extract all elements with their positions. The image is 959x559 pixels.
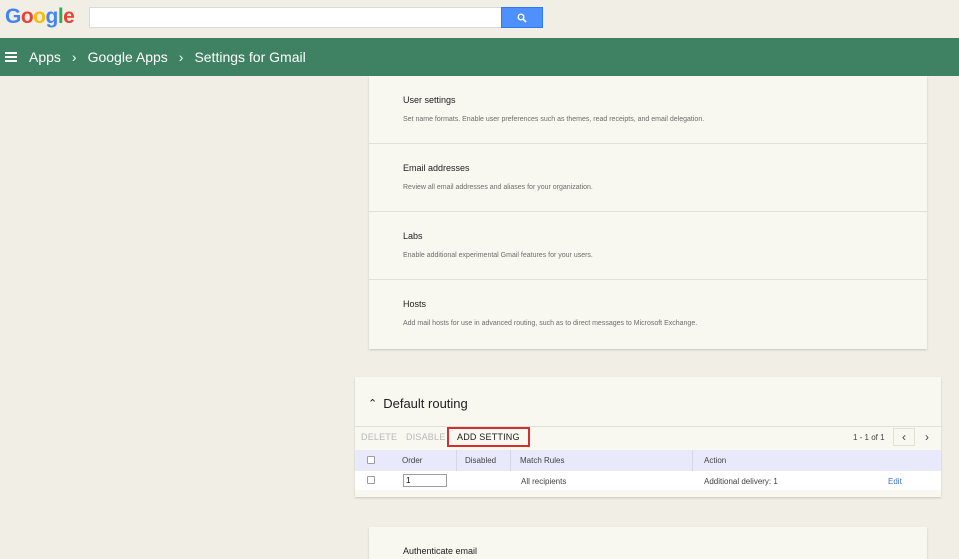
column-header-order[interactable]: Order: [402, 456, 422, 465]
setting-user-settings[interactable]: User settings Set name formats. Enable u…: [369, 76, 927, 144]
add-setting-button[interactable]: ADD SETTING: [447, 427, 530, 447]
chevron-up-icon: ⌃: [368, 398, 378, 410]
column-header-match-rules[interactable]: Match Rules: [520, 456, 564, 465]
column-divider: [692, 450, 693, 471]
logo-letter: o: [20, 5, 34, 28]
setting-title: User settings: [403, 95, 456, 105]
settings-list-card: User settings Set name formats. Enable u…: [369, 76, 927, 349]
delete-button[interactable]: DELETE: [361, 432, 397, 442]
previous-page-button[interactable]: ‹: [893, 428, 915, 446]
default-routing-header[interactable]: ⌃ Default routing: [368, 396, 468, 411]
setting-hosts[interactable]: Hosts Add mail hosts for use in advanced…: [369, 280, 927, 348]
chevron-right-icon: ›: [71, 49, 77, 65]
logo-letter: g: [45, 5, 59, 28]
breadcrumb-apps[interactable]: Apps: [29, 49, 61, 65]
setting-description: Review all email addresses and aliases f…: [403, 184, 593, 191]
setting-title: Email addresses: [403, 163, 470, 173]
section-title: Default routing: [383, 396, 468, 411]
breadcrumb-bar: Apps › Google Apps › Settings for Gmail: [0, 38, 959, 76]
logo-letter: e: [63, 5, 75, 28]
search-input[interactable]: [89, 7, 502, 28]
google-logo[interactable]: Google: [5, 5, 75, 29]
authenticate-email-card[interactable]: Authenticate email: [369, 527, 927, 559]
column-header-disabled[interactable]: Disabled: [465, 456, 496, 465]
select-all-checkbox[interactable]: [367, 456, 375, 464]
setting-description: Enable additional experimental Gmail fea…: [403, 252, 593, 259]
hamburger-menu-icon[interactable]: [5, 52, 17, 62]
action-cell: Additional delivery: 1: [704, 477, 778, 486]
logo-letter: o: [33, 5, 46, 28]
column-divider: [510, 450, 511, 471]
edit-link[interactable]: Edit: [888, 477, 902, 486]
chevron-right-icon: ›: [178, 49, 184, 65]
top-bar: Google: [0, 0, 959, 38]
setting-email-addresses[interactable]: Email addresses Review all email address…: [369, 144, 927, 212]
default-routing-card: ⌃ Default routing DELETE DISABLE ADD SET…: [355, 377, 941, 497]
row-checkbox[interactable]: [367, 476, 375, 484]
setting-title: Authenticate email: [403, 546, 478, 556]
search-button[interactable]: [501, 7, 543, 28]
routing-table-header: Order Disabled Match Rules Action: [355, 450, 941, 471]
search-icon: [517, 13, 527, 23]
table-row[interactable]: All recipients Additional delivery: 1 Ed…: [355, 471, 941, 490]
chevron-left-icon: ‹: [902, 430, 906, 444]
match-rules-cell: All recipients: [521, 477, 567, 486]
setting-description: Set name formats. Enable user preference…: [403, 116, 705, 123]
setting-title: Hosts: [403, 299, 427, 309]
column-header-action[interactable]: Action: [704, 456, 726, 465]
breadcrumb-settings-for-gmail: Settings for Gmail: [194, 49, 306, 65]
routing-toolbar: DELETE DISABLE ADD SETTING 1 - 1 of 1 ‹ …: [355, 426, 941, 450]
next-page-button[interactable]: ›: [916, 428, 938, 446]
order-input[interactable]: [403, 474, 447, 487]
chevron-right-icon: ›: [925, 430, 929, 444]
disable-button[interactable]: DISABLE: [406, 432, 445, 442]
setting-title: Labs: [403, 231, 423, 241]
logo-letter: G: [5, 5, 21, 28]
setting-labs[interactable]: Labs Enable additional experimental Gmai…: [369, 212, 927, 280]
breadcrumb-google-apps[interactable]: Google Apps: [88, 49, 168, 65]
pagination-text: 1 - 1 of 1: [853, 433, 885, 442]
column-divider: [456, 450, 457, 471]
setting-description: Add mail hosts for use in advanced routi…: [403, 320, 698, 327]
